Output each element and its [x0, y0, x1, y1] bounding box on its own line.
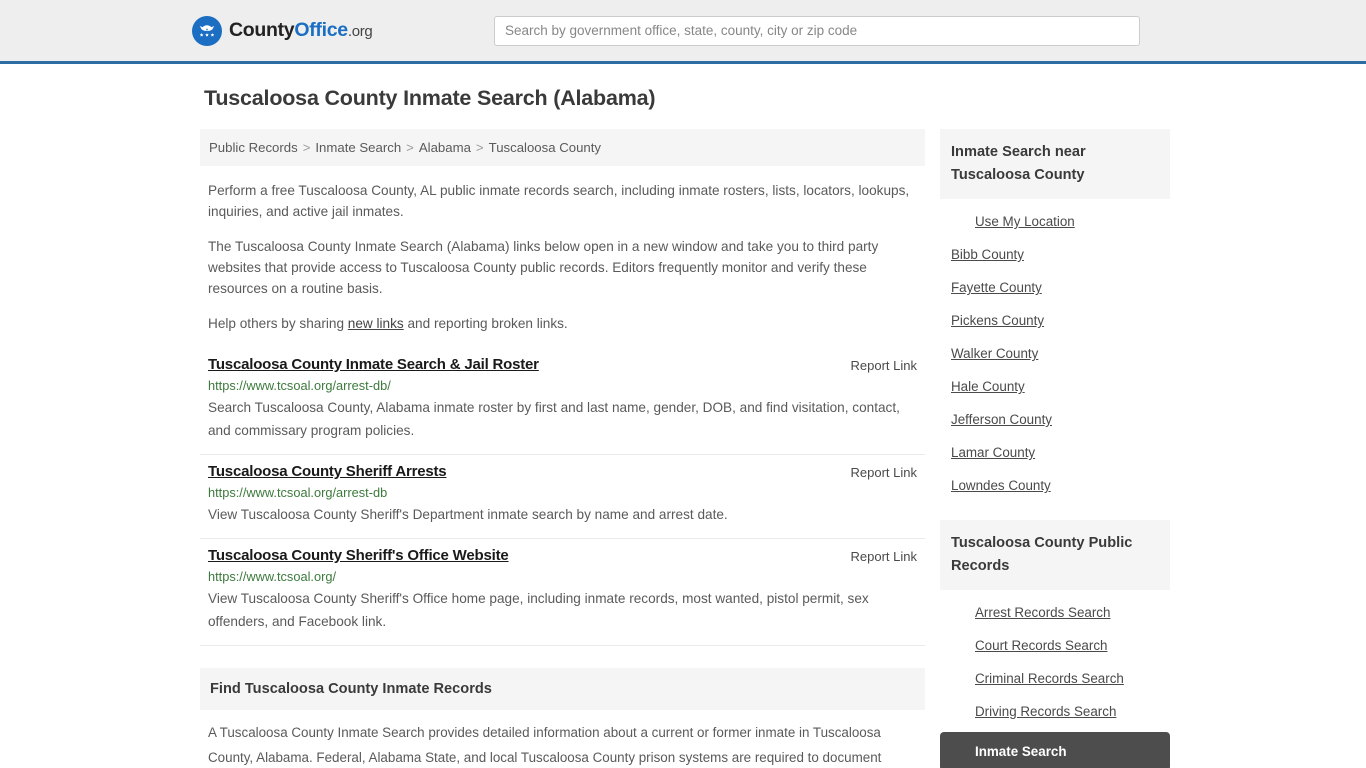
logo-wordmark: CountyOffice.org: [229, 19, 373, 42]
breadcrumb-separator: >: [302, 140, 311, 155]
sidebar-link-inmate-search-active[interactable]: Inmate Search: [940, 732, 1170, 768]
logo-text-county: County: [229, 19, 295, 41]
result-title-link[interactable]: Tuscaloosa County Inmate Search & Jail R…: [208, 356, 539, 373]
report-link-button[interactable]: Report Link: [851, 358, 917, 373]
search-input[interactable]: [494, 15, 1140, 46]
result-description: View Tuscaloosa County Sheriff's Departm…: [208, 507, 728, 522]
page-title: Tuscaloosa County Inmate Search (Alabama…: [204, 86, 656, 110]
breadcrumb-separator: >: [475, 140, 484, 155]
sidebar-county-fayette[interactable]: Fayette County: [940, 271, 1170, 304]
sidebar-link-arrest-records[interactable]: Arrest Records Search: [940, 596, 1170, 629]
breadcrumb-item-inmate-search[interactable]: Inmate Search: [315, 140, 401, 155]
result-item: Tuscaloosa County Inmate Search & Jail R…: [200, 348, 925, 455]
sidebar-heading-public-records: Tuscaloosa County Public Records: [940, 520, 1170, 590]
sidebar-county-bibb[interactable]: Bibb County: [940, 238, 1170, 271]
sidebar-county-hale[interactable]: Hale County: [940, 370, 1170, 403]
sidebar-public-records-links: Arrest Records Search Court Records Sear…: [940, 590, 1170, 768]
result-item: Tuscaloosa County Sheriff Arrests Report…: [200, 455, 925, 539]
intro-paragraph-2: The Tuscaloosa County Inmate Search (Ala…: [208, 239, 879, 296]
sidebar-link-driving-records[interactable]: Driving Records Search: [940, 695, 1170, 728]
result-url[interactable]: https://www.tcsoal.org/arrest-db: [208, 485, 917, 500]
result-header: Tuscaloosa County Sheriff's Office Websi…: [208, 547, 917, 564]
result-header: Tuscaloosa County Sheriff Arrests Report…: [208, 463, 917, 480]
result-description: View Tuscaloosa County Sheriff's Office …: [208, 591, 869, 629]
breadcrumb-separator: >: [406, 140, 414, 155]
breadcrumb-item-alabama[interactable]: Alabama: [419, 140, 471, 155]
eagle-seal-icon: [192, 15, 222, 46]
sidebar-county-walker[interactable]: Walker County: [940, 337, 1170, 370]
content-columns: Public Records > Inmate Search > Alabama > Tus…: [200, 129, 1170, 768]
find-records-heading: Find Tuscaloosa County Inmate Records: [200, 668, 925, 710]
new-links-link[interactable]: new links: [348, 316, 404, 331]
logo-text-office: Office: [294, 19, 348, 41]
result-title-link[interactable]: Tuscaloosa County Sheriff's Office Websi…: [208, 547, 509, 564]
sidebar-county-lamar[interactable]: Lamar County: [940, 436, 1170, 469]
result-description: Search Tuscaloosa County, Alabama inmate…: [208, 400, 900, 438]
sidebar-county-lowndes[interactable]: Lowndes County: [940, 469, 1170, 502]
logo-text-tld: .org: [347, 23, 373, 40]
help-others-line: Help others by sharing new links and rep…: [200, 313, 925, 334]
help-text-after: and reporting broken links.: [403, 316, 568, 331]
help-text-before: Help others by sharing: [208, 316, 348, 331]
breadcrumb: Public Records > Inmate Search > Alabama > Tus…: [200, 129, 925, 166]
breadcrumb-item-public-records[interactable]: Public Records: [209, 140, 298, 155]
site-header: CountyOffice.org: [0, 0, 1366, 64]
sidebar-link-court-records[interactable]: Court Records Search: [940, 629, 1170, 662]
result-title-link[interactable]: Tuscaloosa County Sheriff Arrests: [208, 463, 447, 480]
result-url[interactable]: https://www.tcsoal.org/: [208, 569, 917, 584]
page-body: Tuscaloosa County Inmate Search (Alabama…: [0, 64, 1366, 768]
site-logo[interactable]: CountyOffice.org: [192, 15, 373, 46]
result-item: Tuscaloosa County Sheriff's Office Websi…: [200, 539, 925, 646]
sidebar-county-pickens[interactable]: Pickens County: [940, 304, 1170, 337]
use-my-location-link[interactable]: Use My Location: [940, 205, 1170, 238]
report-link-button[interactable]: Report Link: [851, 465, 917, 480]
report-link-button[interactable]: Report Link: [851, 549, 917, 564]
breadcrumb-item-tuscaloosa-county[interactable]: Tuscaloosa County: [489, 140, 601, 155]
find-records-body: A Tuscaloosa County Inmate Search provid…: [208, 725, 882, 765]
main-column: Public Records > Inmate Search > Alabama > Tus…: [200, 129, 925, 768]
sidebar-link-criminal-records[interactable]: Criminal Records Search: [940, 662, 1170, 695]
sidebar-nearby-links: Use My Location Bibb County Fayette Coun…: [940, 199, 1170, 502]
sidebar-county-jefferson[interactable]: Jefferson County: [940, 403, 1170, 436]
intro-paragraph-1: Perform a free Tuscaloosa County, AL pub…: [208, 183, 910, 219]
sidebar: Inmate Search near Tuscaloosa County Use…: [940, 129, 1170, 768]
result-url[interactable]: https://www.tcsoal.org/arrest-db/: [208, 378, 917, 393]
result-header: Tuscaloosa County Inmate Search & Jail R…: [208, 356, 917, 373]
sidebar-heading-nearby: Inmate Search near Tuscaloosa County: [940, 129, 1170, 199]
